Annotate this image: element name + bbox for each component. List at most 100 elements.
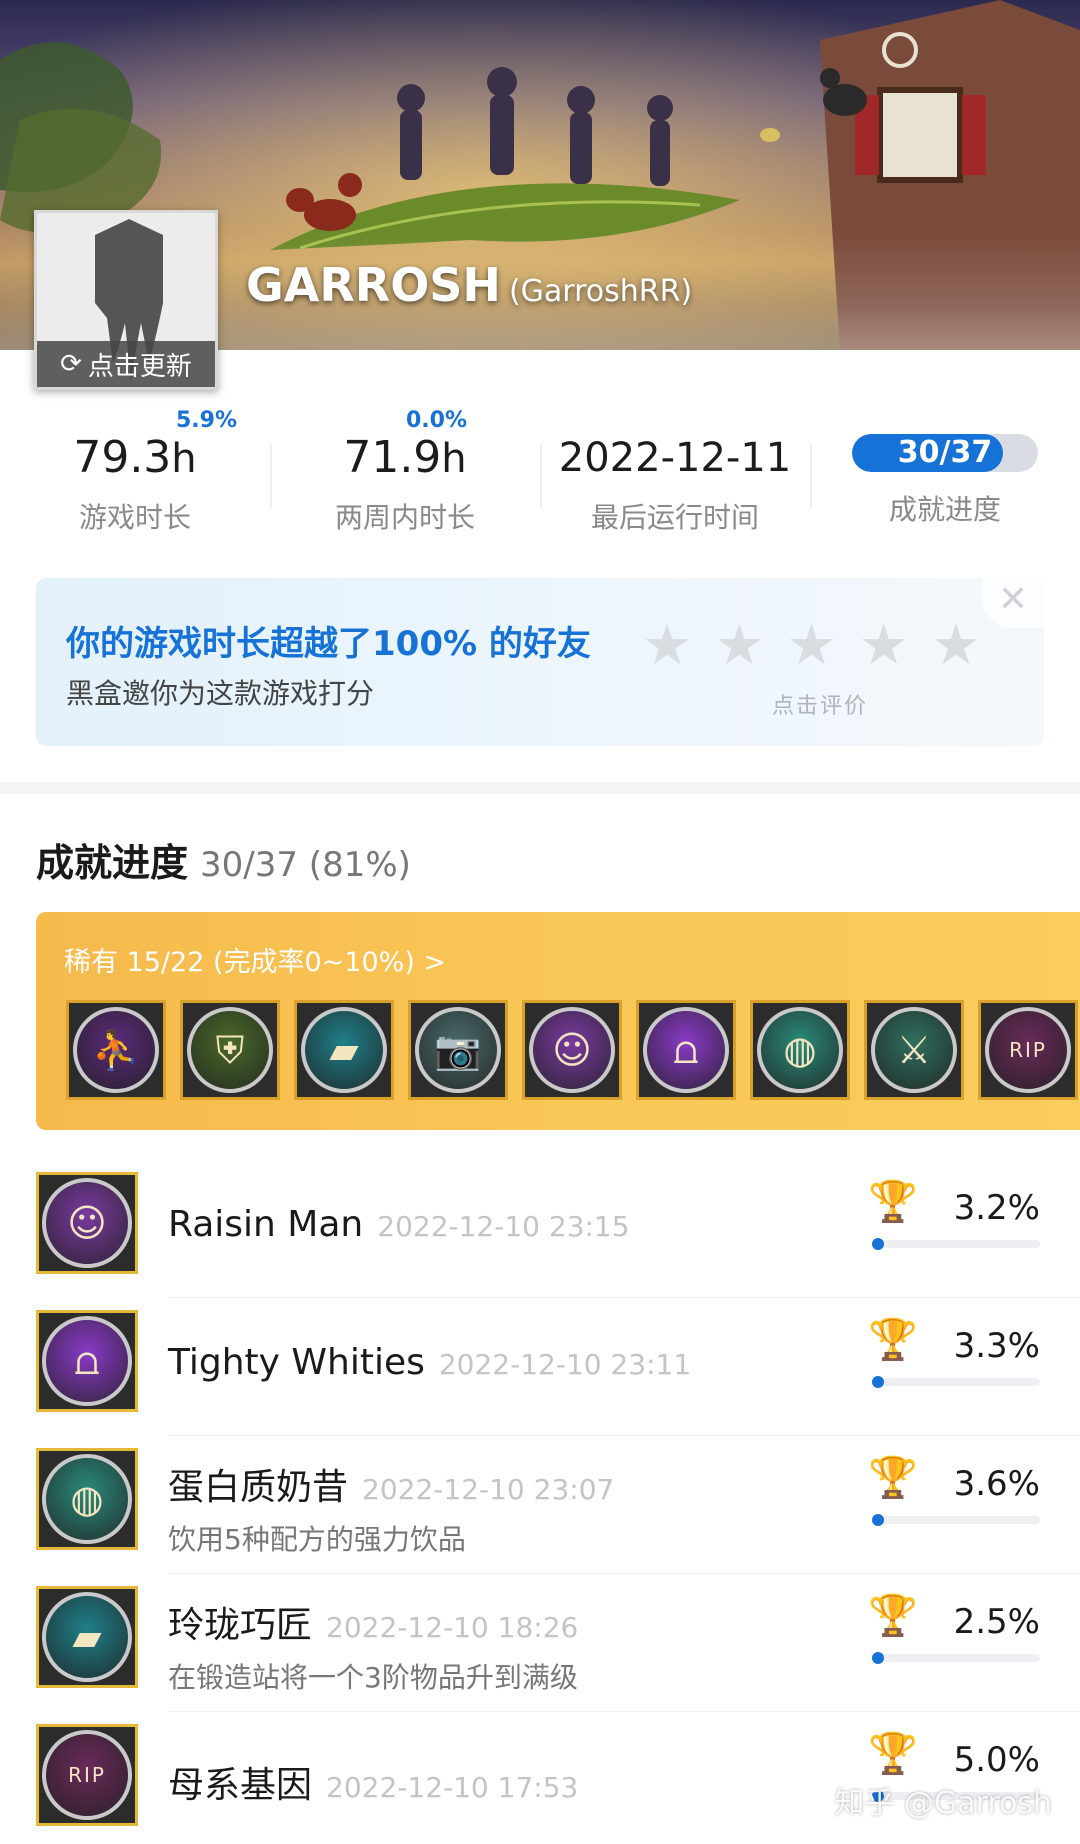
achievement-rarity-percent: 3.3% bbox=[953, 1326, 1040, 1366]
stat-playtime: 5.9% 79.3h 游戏时长 bbox=[0, 398, 270, 548]
achievement-time: 2022-12-10 23:07 bbox=[362, 1473, 615, 1506]
achievement-rarity-percent: 5.0% bbox=[953, 1740, 1040, 1780]
star-icon[interactable]: ★ bbox=[931, 618, 981, 674]
watermark: 知乎 @Garrosh bbox=[834, 1786, 1052, 1821]
player-handle: (GarroshRR) bbox=[508, 274, 693, 309]
rip-lips-icon: RIP bbox=[42, 1730, 132, 1820]
rare-badge[interactable]: 📷 bbox=[408, 1000, 508, 1100]
achievement-badge[interactable]: RIP bbox=[36, 1724, 138, 1826]
playtime-unit: h bbox=[171, 436, 197, 482]
rating-subtitle: 黑盒邀你为这款游戏打分 bbox=[66, 677, 375, 710]
achievement-progress-label: 成就进度 bbox=[888, 493, 1001, 526]
raisin-face-icon-glyph: ☺ bbox=[552, 1028, 592, 1072]
last-run-label: 最后运行时间 bbox=[590, 501, 759, 534]
playtime-label: 游戏时长 bbox=[78, 501, 191, 534]
achievements-header: 成就进度 30/37 (81%) bbox=[36, 832, 411, 887]
gold-bar-icon: ▰ bbox=[301, 1007, 387, 1093]
raisin-face-icon: ☺ bbox=[529, 1007, 615, 1093]
achievement-title: 蛋白质奶昔 bbox=[168, 1467, 349, 1508]
avatar[interactable]: ⟳ 点击更新 bbox=[34, 210, 218, 390]
two-week-value: 71.9h bbox=[270, 428, 540, 488]
shield-icon-glyph: ⛨ bbox=[215, 1028, 245, 1072]
achievement-title: Tighty Whities bbox=[168, 1342, 425, 1383]
milkshake-icon-glyph: ◍ bbox=[783, 1028, 817, 1072]
stat-achievement-progress[interactable]: 30/37 成就进度 bbox=[810, 398, 1080, 548]
underwear-icon: ⩍ bbox=[643, 1007, 729, 1093]
rare-badge[interactable]: ⛨ bbox=[180, 1000, 280, 1100]
refresh-button[interactable]: ⟳ 点击更新 bbox=[37, 341, 215, 387]
rare-badge[interactable]: ⚔ bbox=[864, 1000, 964, 1100]
achievement-title: 母系基因 bbox=[168, 1765, 313, 1806]
last-run-value: 2022-12-11 bbox=[558, 435, 792, 481]
rare-badge[interactable]: ◍ bbox=[750, 1000, 850, 1100]
star-icon[interactable]: ★ bbox=[786, 618, 836, 674]
rare-badge[interactable]: ▰ bbox=[294, 1000, 394, 1100]
rare-badge[interactable]: ⛹ bbox=[66, 1000, 166, 1100]
rating-stars[interactable]: ★ ★ ★ ★ ★ bbox=[642, 618, 981, 674]
crossed-spears-icon: ⚔ bbox=[871, 1007, 957, 1093]
achievement-progress-text: 30/37 bbox=[897, 435, 993, 470]
gold-bar-icon-glyph: ▰ bbox=[329, 1028, 359, 1072]
stats-row: 5.9% 79.3h 游戏时长 0.0% 71.9h 两周内时长 2022-12… bbox=[0, 398, 1080, 548]
star-icon[interactable]: ★ bbox=[859, 618, 909, 674]
close-rating-button[interactable]: ✕ bbox=[982, 578, 1044, 628]
achievement-name: 蛋白质奶昔 2022-12-10 23:07 bbox=[168, 1458, 614, 1510]
achievement-badge[interactable]: ▰ bbox=[36, 1586, 138, 1688]
camera-icon-glyph: 📷 bbox=[434, 1028, 482, 1072]
achievement-title: 玲珑巧匠 bbox=[168, 1605, 313, 1646]
player-name: GARROSH (GarroshRR) bbox=[246, 258, 692, 312]
star-icon[interactable]: ★ bbox=[714, 618, 764, 674]
achievement-row[interactable]: ☺ Raisin Man 2022-12-10 23:15 🏆 3.2% bbox=[0, 1160, 1080, 1298]
two-week-label: 两周内时长 bbox=[334, 501, 475, 534]
rarity-bar-fill bbox=[872, 1376, 884, 1388]
underwear-icon-glyph: ⩍ bbox=[74, 1339, 100, 1383]
achievement-description: 在锻造站将一个3阶物品升到满级 bbox=[168, 1661, 578, 1694]
achievement-badge[interactable]: ◍ bbox=[36, 1448, 138, 1550]
achievement-time: 2022-12-10 17:53 bbox=[326, 1771, 579, 1804]
camera-icon: 📷 bbox=[415, 1007, 501, 1093]
rip-lips-icon-glyph: RIP bbox=[1009, 1038, 1047, 1062]
basketball-hoop-icon-glyph: ⛹ bbox=[92, 1028, 140, 1072]
achievement-row[interactable]: ◍ 蛋白质奶昔 2022-12-10 23:07 饮用5种配方的强力饮品 🏆 3.6% bbox=[0, 1436, 1080, 1574]
playtime-number: 79.3 bbox=[73, 432, 172, 483]
rarity-bar bbox=[872, 1514, 1040, 1526]
basketball-hoop-icon: ⛹ bbox=[73, 1007, 159, 1093]
milkshake-icon-glyph: ◍ bbox=[70, 1477, 104, 1521]
star-icon[interactable]: ★ bbox=[642, 618, 692, 674]
rarity-bar-fill bbox=[872, 1652, 884, 1664]
rare-achievements-card[interactable]: 稀有 15/22 (完成率0~10%) > ⛹ ⛨ ▰ 📷 ☺ ⩍ ◍ ⚔ RIP bbox=[36, 912, 1080, 1130]
achievement-name: 母系基因 2022-12-10 17:53 bbox=[168, 1756, 578, 1808]
crossed-spears-icon-glyph: ⚔ bbox=[896, 1028, 932, 1072]
rare-achievements-label[interactable]: 稀有 15/22 (完成率0~10%) > bbox=[64, 940, 446, 979]
achievement-rarity-percent: 2.5% bbox=[953, 1602, 1040, 1642]
rare-badge[interactable]: ☺ bbox=[522, 1000, 622, 1100]
refresh-label: 点击更新 bbox=[87, 351, 192, 382]
raisin-face-icon-glyph: ☺ bbox=[67, 1201, 107, 1245]
achievement-list: ☺ Raisin Man 2022-12-10 23:15 🏆 3.2% ⩍ Tighty … bbox=[0, 1160, 1080, 1844]
trophy-icon: 🏆 bbox=[868, 1179, 918, 1225]
achievement-badge[interactable]: ⩍ bbox=[36, 1310, 138, 1412]
rarity-bar-fill bbox=[872, 1514, 884, 1526]
achievement-name: Tighty Whities 2022-12-10 23:11 bbox=[168, 1342, 691, 1383]
section-divider bbox=[0, 782, 1080, 794]
rating-hint[interactable]: 点击评价 bbox=[772, 688, 868, 720]
achievement-time: 2022-12-10 23:15 bbox=[377, 1210, 630, 1243]
achievement-time: 2022-12-10 23:11 bbox=[438, 1348, 692, 1381]
playtime-delta: 5.9% bbox=[176, 408, 238, 433]
rare-badge[interactable]: ⩍ bbox=[636, 1000, 736, 1100]
achievement-row[interactable]: ▰ 玲珑巧匠 2022-12-10 18:26 在锻造站将一个3阶物品升到满级 🏆 2.5… bbox=[0, 1574, 1080, 1712]
trophy-icon: 🏆 bbox=[868, 1455, 918, 1501]
achievement-title: Raisin Man bbox=[168, 1204, 364, 1245]
achievement-row[interactable]: ⩍ Tighty Whities 2022-12-10 23:11 🏆 3.3% bbox=[0, 1298, 1080, 1436]
player-display-name: GARROSH bbox=[246, 258, 501, 312]
rare-badge[interactable]: RIP bbox=[978, 1000, 1078, 1100]
rarity-bar-fill bbox=[872, 1238, 884, 1250]
underwear-icon: ⩍ bbox=[42, 1316, 132, 1406]
achievement-badge[interactable]: ☺ bbox=[36, 1172, 138, 1274]
playtime-value: 79.3h bbox=[0, 428, 270, 488]
refresh-icon: ⟳ bbox=[60, 349, 82, 379]
underwear-icon-glyph: ⩍ bbox=[673, 1028, 699, 1072]
achievements-count: 30/37 (81%) bbox=[200, 845, 411, 885]
rip-lips-icon-glyph: RIP bbox=[68, 1763, 106, 1787]
achievement-name: 玲珑巧匠 2022-12-10 18:26 bbox=[168, 1596, 578, 1648]
